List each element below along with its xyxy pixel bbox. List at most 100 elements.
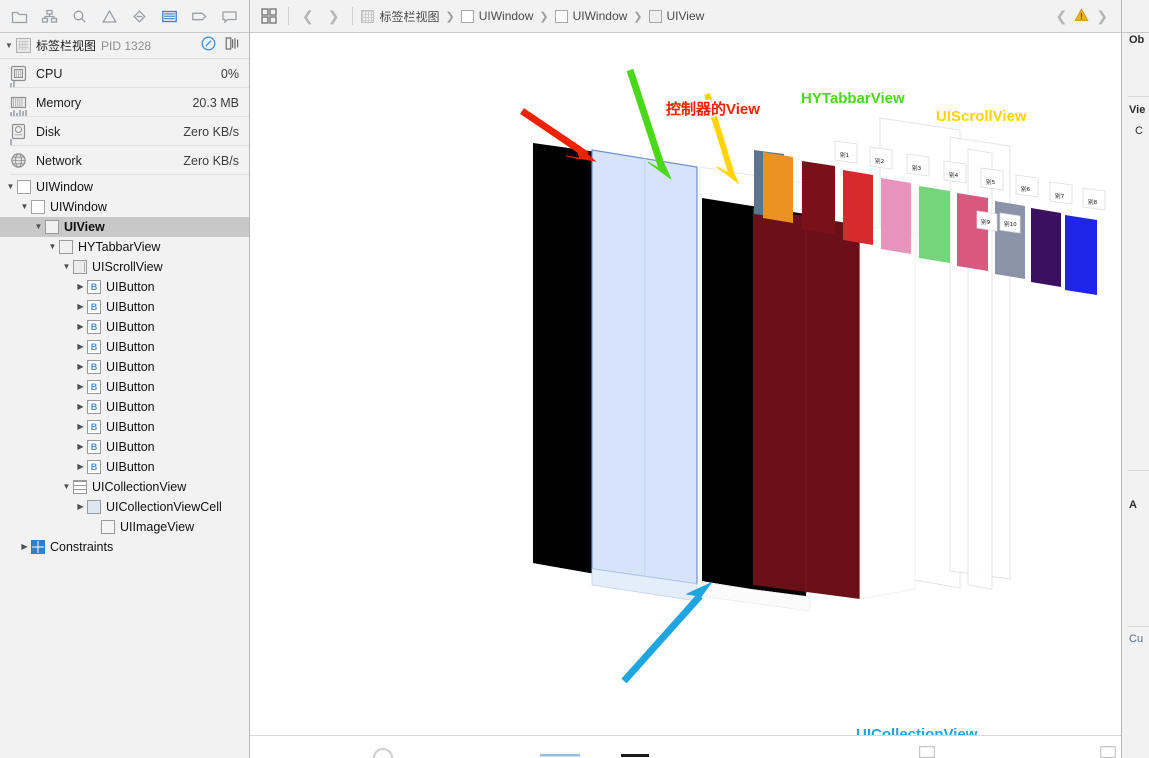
tree-row[interactable]: ▶ Constraints [0, 537, 249, 557]
disclosure-triangle[interactable]: ▼ [18, 203, 31, 211]
disclosure-triangle[interactable]: ▼ [60, 263, 73, 271]
zoom-slider[interactable] [621, 747, 649, 758]
spacing-slider[interactable] [540, 747, 580, 758]
tree-row[interactable]: UIImageView [0, 517, 249, 537]
disclosure-triangle[interactable]: ▶ [74, 503, 87, 511]
test-navigator-icon[interactable] [126, 4, 154, 28]
gauge-row-network[interactable]: Network Zero KB/s [0, 146, 249, 175]
tree-row[interactable]: ▶ B UIButton [0, 377, 249, 397]
tree-row-label: UIWindow [50, 200, 107, 214]
tree-row[interactable]: ▼ UIScrollView [0, 257, 249, 277]
breadcrumb-item-3[interactable]: UIView [647, 9, 707, 23]
xcode-view-debugger-window: ▼ 标签栏视图 PID 1328 CPU 0% Memory 20.3 MB D… [0, 0, 1149, 758]
disclosure-triangle[interactable]: ▼ [60, 483, 73, 491]
disclosure-triangle[interactable]: ▼ [46, 243, 59, 251]
disclosure-triangle[interactable]: ▶ [18, 543, 31, 551]
breakpoint-navigator-icon[interactable] [185, 4, 213, 28]
breadcrumb-label: UIWindow [572, 9, 628, 23]
tree-row[interactable]: ▶ B UIButton [0, 397, 249, 417]
breadcrumb-separator-icon: ❯ [539, 10, 549, 23]
view-hierarchy-icon[interactable] [225, 36, 240, 56]
tree-row[interactable]: ▼ UIWindow [0, 197, 249, 217]
view-debugger-canvas[interactable]: 别1 别2 别3 别4 别5 别6 别7 别8 别9 别10 控制器的View … [250, 33, 1121, 735]
gauge-icon[interactable] [201, 36, 216, 56]
btn-icon: B [87, 300, 101, 314]
next-issue-icon[interactable]: ❯ [1089, 9, 1115, 23]
view-icon [460, 9, 474, 23]
tree-row-label: UIButton [106, 360, 155, 374]
slab-button-8 [995, 201, 1025, 279]
view-section-header: Vie [1129, 104, 1146, 116]
breadcrumb-item-2[interactable]: UIWindow [553, 9, 630, 23]
tree-row[interactable]: ▶ B UIButton [0, 417, 249, 437]
debug-area-toggle-icon[interactable] [918, 745, 936, 758]
back-chevron-icon[interactable]: ❮ [295, 9, 321, 23]
process-header-row[interactable]: ▼ 标签栏视图 PID 1328 [0, 33, 249, 59]
disclosure-triangle[interactable]: ▶ [74, 423, 87, 431]
view-icon [554, 9, 568, 23]
report-navigator-icon[interactable] [215, 4, 243, 28]
disclosure-triangle[interactable]: ▼ [32, 223, 45, 231]
project-navigator-icon[interactable] [6, 4, 34, 28]
breadcrumb-item-0[interactable]: 标签栏视图 [359, 8, 441, 25]
layer-uiwindow-black [533, 143, 590, 573]
slab-button-10 [1065, 215, 1097, 295]
debug-navigator-icon[interactable] [155, 4, 183, 28]
related-items-icon[interactable] [256, 8, 282, 24]
tree-row[interactable]: ▶ B UIButton [0, 457, 249, 477]
previous-issue-icon[interactable]: ❮ [1049, 9, 1075, 23]
process-disclosure-triangle[interactable]: ▼ [2, 41, 16, 50]
disclosure-triangle[interactable]: ▶ [74, 323, 87, 331]
btn-icon: B [87, 320, 101, 334]
tree-row[interactable]: ▶ B UIButton [0, 357, 249, 377]
tree-row[interactable]: ▼ HYTabbarView [0, 237, 249, 257]
disclosure-triangle[interactable]: ▶ [74, 463, 87, 471]
disclosure-triangle[interactable]: ▶ [74, 303, 87, 311]
inspector-divider [1128, 470, 1149, 471]
tree-row[interactable]: ▼ UIView [0, 217, 249, 237]
tree-row[interactable]: ▶ B UIButton [0, 317, 249, 337]
disclosure-triangle[interactable]: ▼ [4, 183, 17, 191]
disclosure-triangle[interactable]: ▶ [74, 343, 87, 351]
gauge-row-disk[interactable]: Disk Zero KB/s [0, 117, 249, 146]
tree-row[interactable]: ▼ UICollectionView [0, 477, 249, 497]
gauge-row-memory[interactable]: Memory 20.3 MB [0, 88, 249, 117]
tree-row-label: UIButton [106, 460, 155, 474]
svg-text:别9: 别9 [981, 218, 991, 226]
view-mode-gauge-icon[interactable] [372, 745, 394, 758]
inspector-toggle-icon[interactable] [1099, 745, 1117, 758]
warning-triangle-icon[interactable] [1074, 7, 1089, 25]
inspector-divider [1128, 96, 1149, 97]
tree-row-label: UIWindow [36, 180, 93, 194]
tree-row[interactable]: ▶ B UIButton [0, 337, 249, 357]
annotation-label: UIScrollView [936, 108, 1027, 125]
gauge-row-cpu[interactable]: CPU 0% [0, 59, 249, 88]
gauge-label: Network [36, 153, 82, 168]
forward-chevron-icon[interactable]: ❯ [321, 9, 347, 23]
find-navigator-icon[interactable] [66, 4, 94, 28]
layer-stack-3d[interactable]: 别1 别2 别3 别4 别5 别6 别7 别8 别9 别10 [250, 33, 1121, 735]
tree-row-label: UICollectionViewCell [106, 500, 222, 514]
issue-navigator-icon[interactable] [96, 4, 124, 28]
jump-bar: ❮ ❯ 标签栏视图 ❯ UIWindow ❯ UIWindow ❯ UIView [250, 0, 1121, 33]
disclosure-triangle[interactable]: ▶ [74, 443, 87, 451]
tree-row[interactable]: ▶ B UIButton [0, 297, 249, 317]
tree-row[interactable]: ▶ UICollectionViewCell [0, 497, 249, 517]
disclosure-triangle[interactable]: ▶ [74, 363, 87, 371]
disclosure-triangle[interactable]: ▶ [74, 383, 87, 391]
tree-row[interactable]: ▶ B UIButton [0, 437, 249, 457]
img-icon [101, 520, 115, 534]
breadcrumb-item-1[interactable]: UIWindow [459, 9, 536, 23]
view-icon [45, 220, 59, 234]
slab-button-7 [957, 193, 988, 271]
view-icon-selected [648, 9, 662, 23]
tree-row[interactable]: ▼ UIWindow [0, 177, 249, 197]
source-control-navigator-icon[interactable] [36, 4, 64, 28]
disclosure-triangle[interactable]: ▶ [74, 283, 87, 291]
slab-button-2 [763, 152, 793, 223]
debugger-bottom-bar [250, 735, 1121, 758]
network-icon [10, 152, 27, 169]
disclosure-triangle[interactable]: ▶ [74, 403, 87, 411]
tree-row[interactable]: ▶ B UIButton [0, 277, 249, 297]
view-hierarchy-tree: ▼ UIWindow ▼ UIWindow ▼ UIView ▼ HYTabbarView ▼ U… [0, 175, 249, 758]
